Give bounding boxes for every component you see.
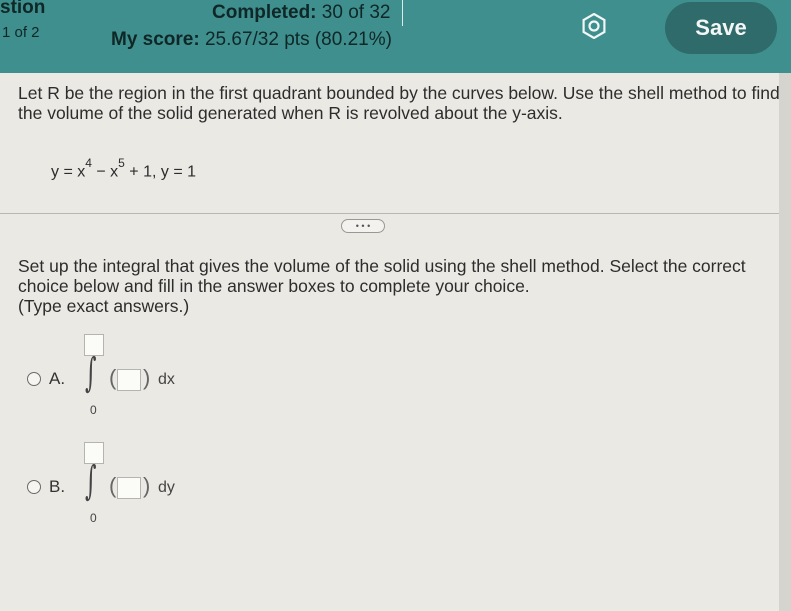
expand-more-button[interactable]: • • •	[341, 219, 385, 233]
choice-b-differential: dy	[158, 479, 175, 496]
choice-a-integrand-input[interactable]	[117, 369, 141, 391]
choice-b-lower-limit: 0	[90, 511, 97, 525]
header-divider	[402, 0, 403, 26]
instructions-note: (Type exact answers.)	[18, 296, 190, 316]
header-bar: stion 1 of 2 Completed: 30 of 32 My scor…	[0, 0, 791, 73]
equation-exponent-1: 4	[85, 156, 92, 170]
divider-line	[0, 213, 791, 214]
choice-b-integrand-input[interactable]	[117, 477, 141, 499]
instructions: Set up the integral that gives the volum…	[18, 256, 783, 316]
equation-term-1: y = x	[51, 163, 86, 181]
integral-sign-icon: ∫	[85, 458, 97, 504]
completed-label: Completed:	[212, 2, 317, 23]
save-button[interactable]: Save	[665, 2, 777, 54]
scrollbar-track[interactable]	[779, 73, 791, 611]
score-label: My score:	[111, 29, 200, 50]
paren-close: )	[143, 473, 151, 498]
choice-a-lower-limit: 0	[90, 403, 97, 417]
question-prompt: Let R be the region in the first quadran…	[18, 83, 780, 123]
instructions-text: Set up the integral that gives the volum…	[18, 256, 746, 296]
choice-b-radio[interactable]	[27, 480, 41, 494]
integral-sign-icon: ∫	[85, 350, 97, 396]
question-part-indicator: 1 of 2	[2, 24, 40, 41]
choice-a-label: A.	[49, 369, 66, 388]
choice-b-label: B.	[49, 477, 66, 496]
paren-open: (	[109, 365, 117, 390]
equation: y = x4 − x5 + 1, y = 1	[51, 156, 196, 181]
gear-icon[interactable]	[581, 13, 607, 39]
completed-status: Completed: 30 of 32	[212, 2, 390, 24]
choice-a-radio[interactable]	[27, 372, 41, 386]
equation-exponent-2: 5	[118, 156, 125, 170]
equation-term-3: + 1, y = 1	[124, 163, 196, 181]
equation-term-2: − x	[91, 163, 119, 181]
choice-a-differential: dx	[158, 371, 175, 388]
score-value: 25.67/32 pts (80.21%)	[204, 29, 392, 50]
choice-a[interactable]: A. ∫ 0 ( ) dx	[27, 334, 277, 417]
paren-open: (	[109, 473, 117, 498]
paren-close: )	[143, 365, 151, 390]
score-status: My score: 25.67/32 pts (80.21%)	[111, 29, 392, 51]
question-content: Let R be the region in the first quadran…	[0, 73, 791, 611]
completed-value: 30 of 32	[321, 2, 391, 23]
question-label: stion	[0, 0, 46, 18]
choice-b[interactable]: B. ∫ 0 ( ) dy	[27, 442, 277, 525]
